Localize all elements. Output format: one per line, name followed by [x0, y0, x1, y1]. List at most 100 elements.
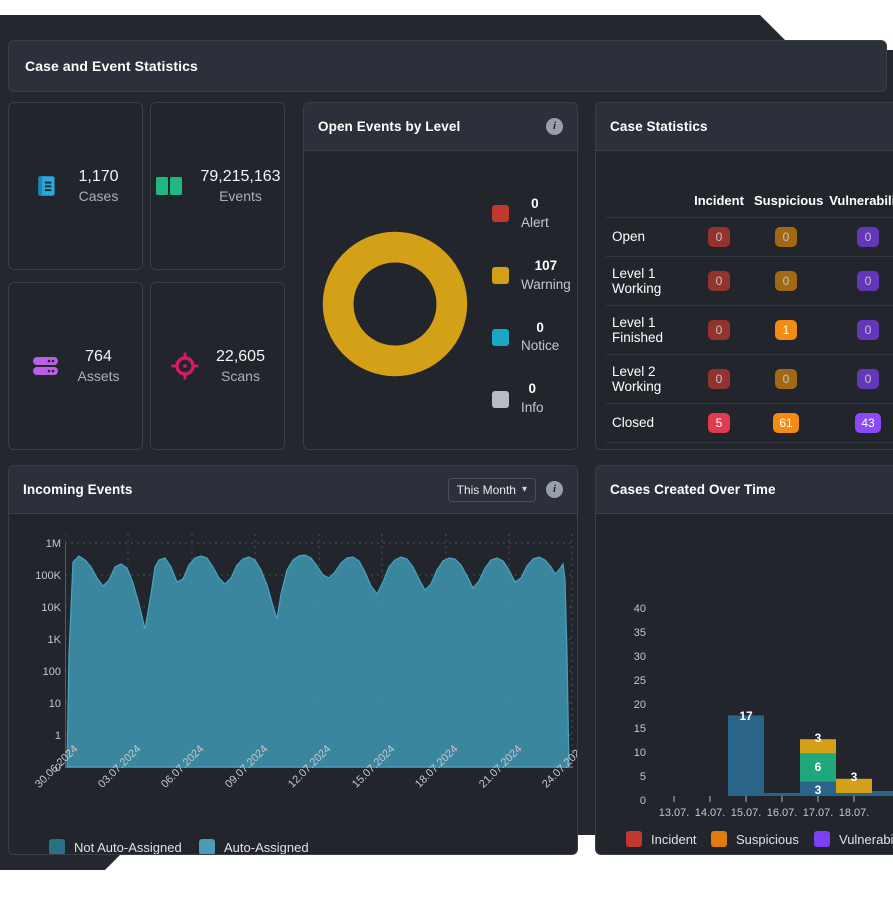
time-range-select[interactable]: This Month ▾	[447, 477, 536, 502]
ytick-label: 1	[54, 730, 61, 742]
stat-card-events[interactable]: 79,215,163 Events	[150, 102, 285, 270]
ytick-label: 100K	[35, 570, 61, 582]
info-icon[interactable]: i	[546, 118, 563, 135]
legend-label: Incident	[651, 831, 697, 847]
panel-header: Cases Created Over Time	[596, 466, 893, 514]
table-row[interactable]: Level 2 Working 0 0 0	[606, 354, 893, 404]
ytick-label: 10K	[41, 602, 61, 614]
chevron-down-icon: ▾	[521, 484, 527, 495]
cell-vulnerability[interactable]: 0	[857, 368, 879, 389]
col-head-vulnerability: Vulnerability	[822, 161, 893, 218]
stat-card-assets[interactable]: 764 Assets	[8, 282, 143, 450]
stat-value: 79,215,163	[200, 167, 281, 185]
panel-title: Case Statistics	[610, 119, 708, 134]
col-head-suspicious: Suspicious	[750, 161, 823, 218]
xtick-label: 18.07.	[838, 807, 870, 819]
ytick-label: 10	[48, 698, 61, 710]
ytick-label: 20	[633, 699, 646, 711]
col-head-blank	[606, 161, 688, 218]
incoming-events-chart: 1M 100K 10K 1K 100 10 1 0 30.06.2024 03.…	[9, 514, 577, 855]
legend-item-warning[interactable]: 107 Warning	[492, 257, 571, 295]
panel-case-statistics: Case Statistics Incident Suspicious Vuln…	[595, 102, 893, 450]
legend-label: Alert	[521, 214, 549, 230]
incident-swatch-icon	[626, 831, 642, 847]
stat-card-cases[interactable]: 1,170 Cases	[8, 102, 143, 270]
col-head-incident: Incident	[688, 161, 750, 218]
table-header-row: Incident Suspicious Vulnerability N	[606, 161, 893, 218]
case-statistics-table-wrap: Incident Suspicious Vulnerability N Open…	[596, 151, 893, 443]
legend-label: Warning	[521, 276, 571, 292]
ytick-label: 35	[633, 627, 646, 639]
info-icon[interactable]: i	[546, 481, 563, 498]
cell-incident[interactable]: 0	[708, 226, 730, 247]
ytick-label: 15	[633, 723, 646, 735]
cases-over-time-chart: 40 35 30 25 20 15 10 5 0 17 3 6 3 3 13.0…	[596, 514, 893, 854]
panel-open-events-by-level: Open Events by Level i 0 Alert 107 Warni…	[303, 102, 578, 450]
info-swatch-icon	[492, 390, 509, 408]
table-row[interactable]: Level 1 Finished 0 1 0	[606, 305, 893, 355]
server-icon	[31, 351, 61, 381]
legend-item-alert[interactable]: 0 Alert	[492, 195, 571, 233]
legend-item-auto-assigned[interactable]: Auto-Assigned	[199, 839, 309, 855]
crosshair-icon	[170, 351, 200, 381]
legend-item-suspicious[interactable]: Suspicious	[711, 831, 799, 847]
legend-value: 0	[536, 319, 544, 335]
legend-value: 0	[531, 196, 539, 211]
cell-vulnerability[interactable]: 43	[855, 412, 881, 433]
cell-vulnerability[interactable]: 0	[857, 226, 879, 247]
incoming-events-area-plot[interactable]	[65, 534, 573, 774]
ytick-label: 30	[633, 651, 646, 663]
cell-suspicious[interactable]: 1	[775, 319, 797, 340]
legend-value: 0	[528, 381, 537, 397]
donut-chart[interactable]	[320, 229, 470, 379]
row-label: Level 2 Working	[606, 354, 688, 404]
cell-vulnerability[interactable]: 0	[857, 319, 879, 340]
bar-value-label: 3	[814, 731, 822, 745]
ytick-label: 100	[42, 666, 61, 678]
donut-legend: 0 Alert 107 Warning 0 Notice 0 Info	[492, 195, 571, 418]
legend-item-incident[interactable]: Incident	[626, 831, 697, 847]
ytick-label: 25	[633, 675, 646, 687]
ytick-label: 5	[639, 771, 646, 783]
stat-label: Events	[219, 188, 262, 205]
legend-label: Info	[521, 400, 544, 416]
donut-chart-area: 0 Alert 107 Warning 0 Notice 0 Info	[304, 151, 577, 449]
table-row[interactable]: Level 1 Working 0 0 0	[606, 256, 893, 306]
bar-value-label: 6	[814, 760, 822, 774]
row-label: Level 1 Finished	[606, 305, 688, 355]
legend-item-not-auto-assigned[interactable]: Not Auto-Assigned	[49, 839, 182, 854]
stat-label: Scans	[221, 368, 260, 385]
cell-incident[interactable]: 0	[708, 319, 730, 340]
cell-suspicious[interactable]: 0	[775, 368, 797, 389]
legend-item-notice[interactable]: 0 Notice	[492, 319, 571, 357]
row-label: Closed	[606, 403, 688, 443]
row-label: Open	[606, 217, 688, 257]
table-row[interactable]: Open 0 0 0	[606, 217, 893, 257]
ytick-label: 40	[633, 603, 646, 615]
stat-card-scans[interactable]: 22,605 Scans	[150, 282, 285, 450]
ytick-label: 1M	[45, 538, 61, 550]
panel-header: Incoming Events This Month ▾ i	[9, 466, 577, 514]
row-label: Level 1 Working	[606, 256, 688, 306]
cell-suspicious[interactable]: 0	[775, 226, 797, 247]
panel-title: Incoming Events	[23, 482, 133, 497]
table-row[interactable]: Closed 5 61 43	[606, 403, 893, 443]
dashboard-title-bar: Case and Event Statistics	[8, 40, 887, 92]
ytick-label: 10	[633, 747, 646, 759]
legend-item-info[interactable]: 0 Info	[492, 380, 571, 418]
cell-incident[interactable]: 0	[708, 368, 730, 389]
legend-item-vulnerability[interactable]: Vulnerability	[814, 831, 893, 847]
legend-label: Auto-Assigned	[224, 839, 309, 855]
legend-value: 107	[534, 257, 558, 273]
stat-value: 764	[85, 347, 112, 365]
stat-label: Assets	[77, 368, 120, 385]
panel-incoming-events: Incoming Events This Month ▾ i 1M 100K 1…	[8, 465, 578, 855]
cell-incident[interactable]: 0	[708, 270, 730, 291]
cell-vulnerability[interactable]: 0	[857, 270, 879, 291]
vulnerability-swatch-icon	[814, 831, 830, 847]
cell-suspicious[interactable]: 0	[775, 270, 797, 291]
cell-incident[interactable]: 5	[708, 412, 730, 433]
bar-value-label: 3	[850, 770, 858, 784]
cell-suspicious[interactable]: 61	[773, 412, 799, 433]
warning-swatch-icon	[492, 267, 509, 285]
